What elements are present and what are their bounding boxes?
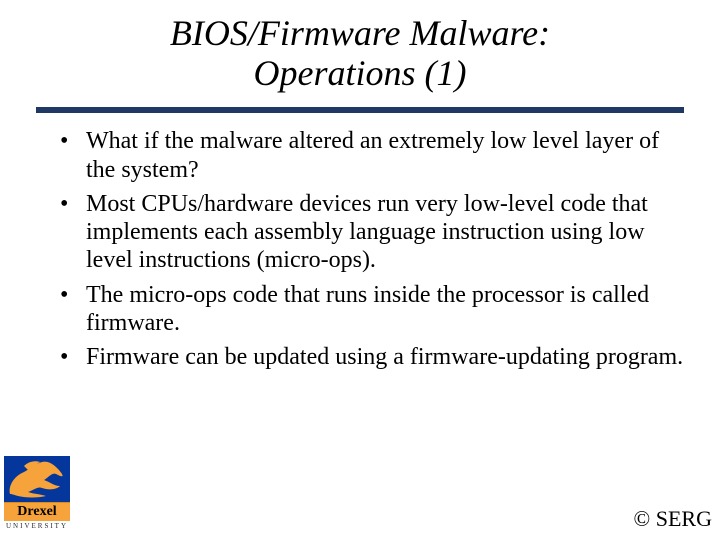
bullet-item: The micro-ops code that runs inside the … — [60, 281, 684, 338]
logo-name: Drexel — [4, 502, 70, 521]
dragon-icon — [4, 456, 70, 502]
dragon-svg-icon — [4, 456, 70, 502]
logo-subtext: UNIVERSITY — [4, 522, 70, 530]
title-line-1: BIOS/Firmware Malware: — [170, 13, 550, 53]
bullet-list: What if the malware altered an extremely… — [60, 127, 684, 372]
university-logo: Drexel UNIVERSITY — [4, 456, 70, 530]
title-line-2: Operations (1) — [254, 53, 467, 93]
copyright-text: © SERG — [634, 506, 712, 532]
title-underline — [36, 107, 684, 113]
content-area: What if the malware altered an extremely… — [0, 127, 720, 372]
bullet-item: What if the malware altered an extremely… — [60, 127, 684, 184]
bullet-item: Most CPUs/hardware devices run very low-… — [60, 190, 684, 275]
slide: BIOS/Firmware Malware: Operations (1) Wh… — [0, 0, 720, 540]
bullet-item: Firmware can be updated using a firmware… — [60, 343, 684, 371]
slide-title: BIOS/Firmware Malware: Operations (1) — [0, 0, 720, 99]
